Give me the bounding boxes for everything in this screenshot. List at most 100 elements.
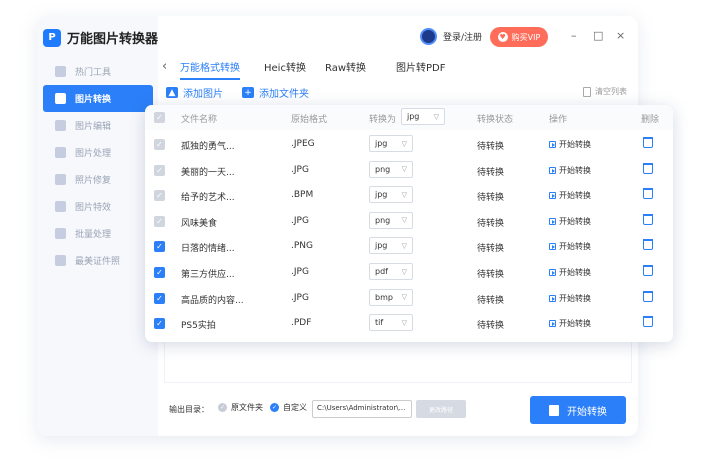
col-file-name: 文件名称 [181,115,218,125]
delete-trash-icon[interactable] [643,239,653,251]
maximize-button[interactable]: □ [593,29,603,43]
delete-trash-icon[interactable] [643,137,653,148]
sidebar-item-hot-tools[interactable]: 热门工具 [43,58,153,85]
col-status: 转换状态 [477,115,514,125]
sidebar-item-id-photo[interactable]: 最美证件照 [43,247,153,274]
target-format-select[interactable]: pdf ▽ [369,263,413,280]
buy-vip-button[interactable]: ♥ 购买VIP [490,27,548,47]
delete-trash-icon[interactable] [643,316,653,328]
minimize-button[interactable]: – [571,29,577,43]
row-checkbox[interactable]: ✓ [154,292,165,304]
target-format-value: png [375,215,391,225]
app-logo-icon: P [43,28,61,47]
add-folder-label: 添加文件夹 [259,89,309,100]
delete-trash-icon[interactable] [643,162,653,174]
delete-trash-icon[interactable] [643,265,653,276]
vip-label: 购买VIP [511,32,541,42]
tab-bar: ‹ 万能格式转换 Heic转换 Raw转换 图片转PDF [158,56,638,80]
tab-image-to-pdf[interactable]: 图片转PDF [396,59,445,74]
row-start-convert-button[interactable]: 开始转换 [549,267,591,278]
target-format-select[interactable]: png ▽ [369,160,413,178]
sidebar-nav: 热门工具 图片转换 图片编辑 图片处理 照片修复 图片特效 批量处理 最美证件照 [43,58,153,274]
sidebar-item-label: 热门工具 [75,68,112,78]
row-checkbox[interactable]: ✓ [154,139,165,150]
row-start-convert-button[interactable]: 开始转换 [549,318,591,329]
tab-raw-convert[interactable]: Raw转换 [325,59,366,74]
delete-trash-icon[interactable] [643,290,653,302]
output-path-field[interactable]: C:\Users\Administrator\... [312,400,412,418]
table-row: ✓ PS5实拍 .PDF tif ▽ 待转换 开始转换 [145,311,673,337]
original-format: .JPG [291,215,309,226]
add-folder-button[interactable]: + 添加文件夹 [242,85,309,100]
target-format-select[interactable]: png ▽ [369,211,413,229]
delete-trash-icon[interactable] [643,213,653,225]
trash-icon [583,86,591,97]
row-start-convert-button[interactable]: 开始转换 [549,190,591,201]
grid-icon [55,66,66,77]
row-action-label: 开始转换 [559,191,591,201]
id-photo-icon [55,255,66,266]
convert-all-select[interactable]: jpg ▽ [401,108,445,125]
radio-custom[interactable]: ✓ 自定义 [270,402,307,413]
row-start-convert-button[interactable]: 开始转换 [549,165,591,176]
sidebar-item-label: 图片编辑 [75,122,112,132]
row-start-convert-button[interactable]: 开始转换 [549,241,591,252]
sidebar-item-image-process[interactable]: 图片处理 [43,139,153,166]
play-icon [549,320,556,328]
row-checkbox[interactable]: ✓ [154,190,165,202]
sidebar-item-photo-repair[interactable]: 照片修复 [43,166,153,193]
start-convert-button[interactable]: 开始转换 [530,396,626,424]
play-icon [549,166,556,174]
row-action-label: 开始转换 [559,216,591,226]
target-format-select[interactable]: jpg ▽ [369,237,413,255]
row-checkbox[interactable]: ✓ [154,267,165,278]
sidebar-item-image-edit[interactable]: 图片编辑 [43,112,153,139]
select-all-checkbox[interactable]: ✓ [154,112,165,123]
folder-icon: + [242,87,254,98]
row-action-label: 开始转换 [559,268,591,277]
radio-custom-label: 自定义 [283,403,307,412]
clear-list-button[interactable]: 清空列表 [583,86,627,97]
target-format-select[interactable]: bmp ▽ [369,288,413,306]
convert-status: 待转换 [477,193,505,204]
clear-list-label: 清空列表 [595,87,627,96]
tab-heic-convert[interactable]: Heic转换 [264,59,306,74]
convert-status: 待转换 [477,270,505,280]
table-row: ✓ 美丽的一天... .JPG png ▽ 待转换 开始转换 [145,158,673,184]
add-image-label: 添加图片 [183,89,223,100]
login-button[interactable]: 登录/注册 [420,28,482,45]
row-checkbox[interactable]: ✓ [154,318,165,330]
file-name: 美丽的一天... [181,167,235,178]
row-checkbox[interactable]: ✓ [154,215,165,227]
delete-trash-icon[interactable] [643,188,653,200]
target-format-select[interactable]: jpg ▽ [369,186,413,204]
change-path-button[interactable]: 更改路径 [416,400,466,418]
sidebar-item-label: 批量处理 [75,230,112,240]
sidebar-item-image-effects[interactable]: 图片特效 [43,193,153,220]
close-button[interactable]: × [616,29,625,43]
sidebar-item-image-convert[interactable]: 图片转换 [43,85,153,112]
sidebar-item-batch[interactable]: 批量处理 [43,220,153,247]
row-checkbox[interactable]: ✓ [154,241,165,253]
radio-original-folder[interactable]: ✓ 原文件夹 [218,402,263,413]
check-circle-icon: ✓ [270,403,279,412]
brand: P 万能图片转换器 [43,28,158,47]
app-title: 万能图片转换器 [67,32,159,47]
tab-universal-convert[interactable]: 万能格式转换 [180,59,240,74]
back-chevron-icon[interactable]: ‹ [162,59,167,74]
target-format-select[interactable]: jpg ▽ [369,135,413,152]
row-start-convert-button[interactable]: 开始转换 [549,139,591,150]
chevron-down-icon: ▽ [401,165,407,174]
target-format-select[interactable]: tif ▽ [369,314,413,332]
play-icon [549,269,556,276]
table-row: ✓ 日落的情绪... .PNG jpg ▽ 待转换 开始转换 [145,234,673,260]
row-start-convert-button[interactable]: 开始转换 [549,293,591,304]
chevron-down-icon: ▽ [433,112,439,121]
add-image-button[interactable]: ▲ 添加图片 [166,85,223,100]
row-checkbox[interactable]: ✓ [154,164,165,176]
play-icon [549,243,556,251]
row-start-convert-button[interactable]: 开始转换 [549,216,591,227]
convert-status: 待转换 [477,295,505,306]
row-action-label: 开始转换 [559,140,591,149]
sidebar: P 万能图片转换器 热门工具 图片转换 图片编辑 图片处理 照片修复 图片特效 … [37,16,158,436]
